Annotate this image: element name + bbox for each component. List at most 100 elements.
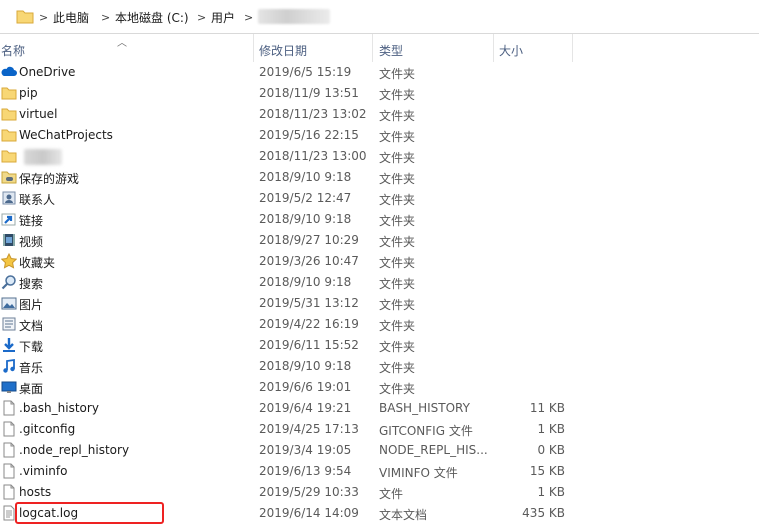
chevron-right-icon[interactable]: > bbox=[197, 10, 206, 26]
folder-icon bbox=[1, 85, 17, 101]
file-name[interactable]: pip bbox=[19, 86, 38, 100]
file-name[interactable]: .gitconfig bbox=[19, 422, 75, 436]
file-date: 2018/9/10 9:18 bbox=[259, 359, 352, 373]
column-type[interactable]: 类型 bbox=[379, 42, 403, 59]
file-type: 文件夹 bbox=[379, 382, 416, 396]
contacts-folder-icon bbox=[1, 190, 17, 206]
file-type: 文本文档 bbox=[379, 508, 428, 522]
file-row[interactable]: .gitconfig 2019/4/25 17:13 GITCONFIG 文件 1 K… bbox=[0, 419, 759, 440]
folder-icon bbox=[1, 106, 17, 122]
file-row[interactable]: 2018/11/23 13:00 文件夹 bbox=[0, 146, 759, 167]
search-icon bbox=[1, 274, 17, 290]
file-row[interactable]: 下载 2019/6/11 15:52 文件夹 bbox=[0, 335, 759, 356]
pictures-folder-icon bbox=[1, 295, 17, 311]
file-size: 1 KB bbox=[537, 485, 565, 499]
file-row[interactable]: virtuel 2018/11/23 13:02 文件夹 bbox=[0, 104, 759, 125]
column-divider[interactable] bbox=[572, 34, 573, 62]
file-type: 文件夹 bbox=[379, 67, 416, 81]
column-size[interactable]: 大小 bbox=[499, 42, 523, 59]
file-icon bbox=[1, 421, 17, 437]
file-row[interactable]: hosts 2019/5/29 10:33 文件 1 KB bbox=[0, 482, 759, 503]
file-name[interactable]: 视频 bbox=[19, 233, 43, 250]
music-note-icon bbox=[1, 358, 17, 374]
file-date: 2019/6/5 15:19 bbox=[259, 65, 352, 79]
file-name[interactable]: 链接 bbox=[19, 212, 43, 229]
address-bar[interactable]: > 此电脑 > 本地磁盘 (C:) > 用户 > bbox=[0, 0, 759, 34]
file-row[interactable]: .viminfo 2019/6/13 9:54 VIMINFO 文件 15 KB bbox=[0, 461, 759, 482]
file-row[interactable]: 视频 2018/9/27 10:29 文件夹 bbox=[0, 230, 759, 251]
file-type: 文件夹 bbox=[379, 172, 416, 186]
file-name[interactable]: .node_repl_history bbox=[19, 443, 129, 457]
column-header: ︿ 名称 修改日期 类型 大小 bbox=[0, 34, 759, 62]
file-row[interactable]: 保存的游戏 2018/9/10 9:18 文件夹 bbox=[0, 167, 759, 188]
file-date: 2019/6/4 19:21 bbox=[259, 401, 352, 415]
file-name[interactable]: 搜索 bbox=[19, 275, 43, 292]
file-date: 2019/4/22 16:19 bbox=[259, 317, 359, 331]
column-date[interactable]: 修改日期 bbox=[259, 42, 307, 59]
file-row[interactable]: pip 2018/11/9 13:51 文件夹 bbox=[0, 83, 759, 104]
file-name[interactable]: 收藏夹 bbox=[19, 254, 55, 271]
file-row[interactable]: 图片 2019/5/31 13:12 文件夹 bbox=[0, 293, 759, 314]
breadcrumb-user-redacted[interactable] bbox=[258, 9, 330, 24]
column-name[interactable]: 名称 bbox=[1, 42, 25, 59]
column-divider[interactable] bbox=[493, 34, 494, 62]
file-name[interactable]: 桌面 bbox=[19, 380, 43, 397]
file-row[interactable]: 联系人 2019/5/2 12:47 文件夹 bbox=[0, 188, 759, 209]
file-size: 435 KB bbox=[522, 506, 565, 520]
column-divider[interactable] bbox=[253, 34, 254, 62]
chevron-right-icon[interactable]: > bbox=[39, 10, 48, 26]
sort-up-icon: ︿ bbox=[117, 38, 127, 49]
file-name[interactable]: WeChatProjects bbox=[19, 128, 113, 142]
file-name[interactable]: virtuel bbox=[19, 107, 57, 121]
column-divider[interactable] bbox=[372, 34, 373, 62]
file-type: 文件夹 bbox=[379, 193, 416, 207]
file-row[interactable]: 收藏夹 2019/3/26 10:47 文件夹 bbox=[0, 251, 759, 272]
file-name[interactable]: 文档 bbox=[19, 317, 43, 334]
file-name[interactable]: 图片 bbox=[19, 296, 43, 313]
file-name[interactable]: 联系人 bbox=[19, 191, 55, 208]
file-name[interactable]: .bash_history bbox=[19, 401, 99, 415]
file-date: 2019/4/25 17:13 bbox=[259, 422, 359, 436]
file-row[interactable]: 链接 2018/9/10 9:18 文件夹 bbox=[0, 209, 759, 230]
file-type: 文件夹 bbox=[379, 235, 416, 249]
file-row[interactable]: 桌面 2019/6/6 19:01 文件夹 bbox=[0, 377, 759, 398]
breadcrumb-local-disk[interactable]: 本地磁盘 (C:) bbox=[115, 10, 189, 26]
file-row[interactable]: .bash_history 2019/6/4 19:21 BASH_HISTORY 1… bbox=[0, 398, 759, 419]
file-name[interactable]: 下载 bbox=[19, 338, 43, 355]
links-folder-icon bbox=[1, 211, 17, 227]
file-date: 2019/6/11 15:52 bbox=[259, 338, 359, 352]
breadcrumb-users[interactable]: 用户 bbox=[211, 10, 235, 26]
file-type: 文件夹 bbox=[379, 361, 416, 375]
file-row[interactable]: 音乐 2018/9/10 9:18 文件夹 bbox=[0, 356, 759, 377]
chevron-right-icon[interactable]: > bbox=[244, 10, 253, 26]
file-row[interactable]: 搜索 2018/9/10 9:18 文件夹 bbox=[0, 272, 759, 293]
file-date: 2019/3/4 19:05 bbox=[259, 443, 352, 457]
folder-icon bbox=[1, 148, 17, 164]
chevron-right-icon[interactable]: > bbox=[101, 10, 110, 26]
desktop-icon bbox=[1, 379, 17, 395]
file-row[interactable]: .node_repl_history 2019/3/4 19:05 NODE_REP… bbox=[0, 440, 759, 461]
file-icon bbox=[1, 442, 17, 458]
favorites-star-icon bbox=[0, 252, 18, 269]
file-name[interactable]: 音乐 bbox=[19, 359, 43, 376]
file-date: 2018/11/23 13:00 bbox=[259, 149, 367, 163]
file-icon bbox=[1, 463, 17, 479]
file-type: 文件 bbox=[379, 487, 404, 501]
file-type: 文件夹 bbox=[379, 277, 416, 291]
file-name[interactable]: .viminfo bbox=[19, 464, 67, 478]
file-date: 2018/11/9 13:51 bbox=[259, 86, 359, 100]
file-date: 2019/5/16 22:15 bbox=[259, 128, 359, 142]
saved-games-folder-icon bbox=[1, 169, 17, 185]
file-date: 2018/11/23 13:02 bbox=[259, 107, 367, 121]
file-date: 2019/6/14 14:09 bbox=[259, 506, 359, 520]
file-row[interactable]: OneDrive 2019/6/5 15:19 文件夹 bbox=[0, 62, 759, 83]
file-name[interactable]: hosts bbox=[19, 485, 51, 499]
file-row[interactable]: 文档 2019/4/22 16:19 文件夹 bbox=[0, 314, 759, 335]
documents-folder-icon bbox=[1, 316, 17, 332]
file-date: 2019/3/26 10:47 bbox=[259, 254, 359, 268]
breadcrumb-this-pc[interactable]: 此电脑 bbox=[53, 10, 89, 26]
file-date: 2019/5/31 13:12 bbox=[259, 296, 359, 310]
file-name[interactable]: 保存的游戏 bbox=[19, 170, 79, 187]
file-row[interactable]: WeChatProjects 2019/5/16 22:15 文件夹 bbox=[0, 125, 759, 146]
file-name[interactable]: OneDrive bbox=[19, 65, 75, 79]
